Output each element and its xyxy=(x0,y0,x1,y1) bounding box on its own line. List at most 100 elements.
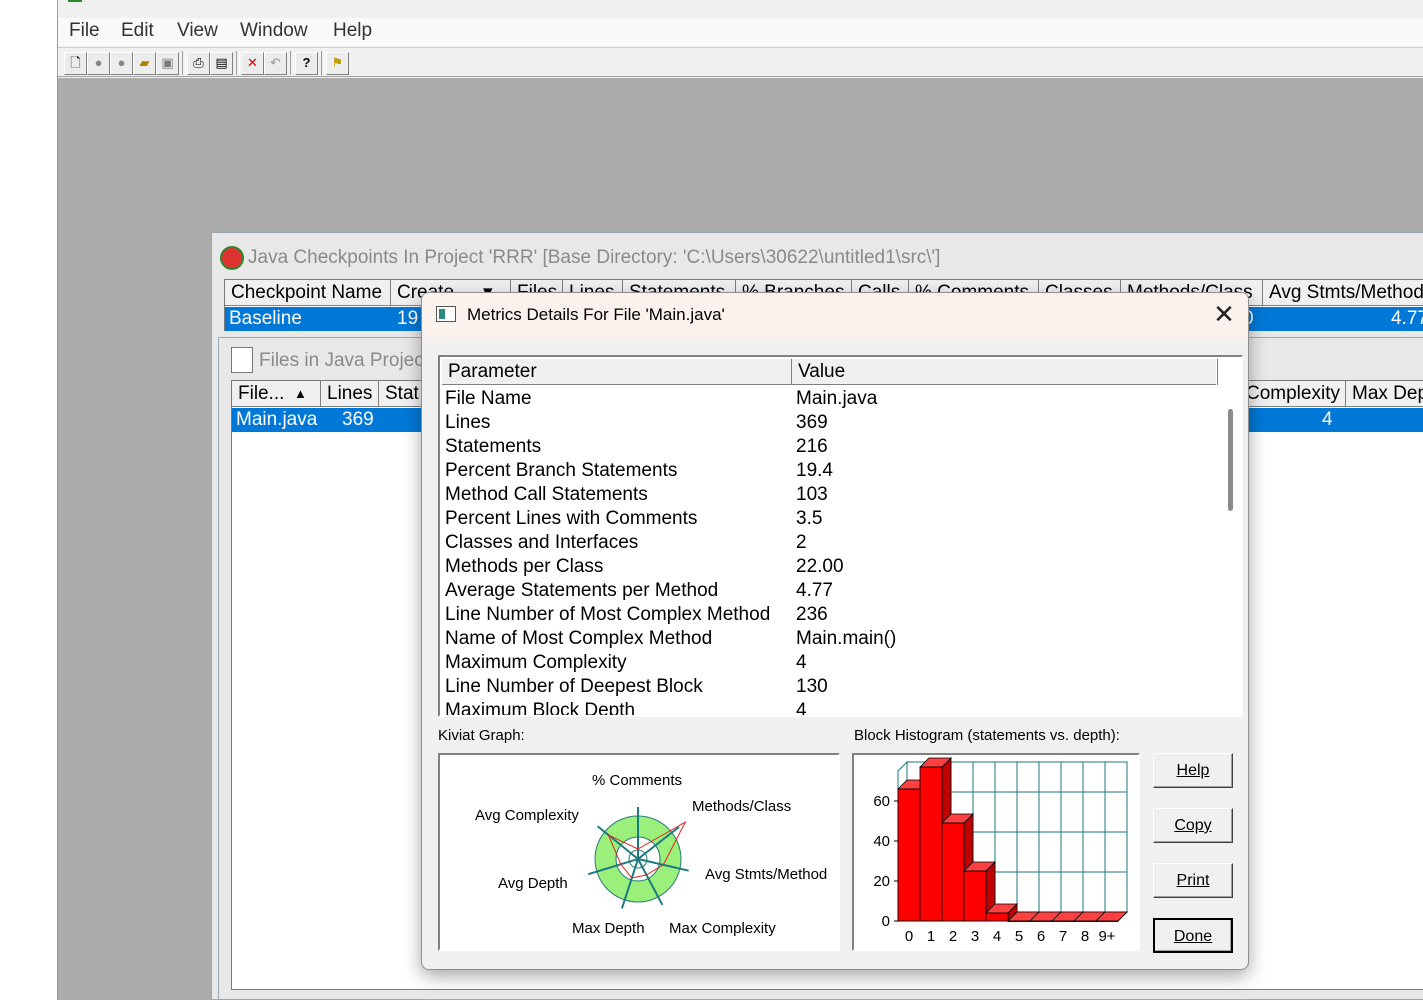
file-name-cell: Main.java xyxy=(236,409,318,430)
table-row[interactable]: File Name Main.java xyxy=(440,387,1210,411)
print-preview-icon[interactable]: ▤ xyxy=(210,52,233,75)
parameter-cell: Percent Lines with Comments xyxy=(445,508,698,529)
col-checkpoint-name[interactable]: Checkpoint Name xyxy=(225,280,391,306)
table-row[interactable]: Method Call Statements 103 xyxy=(440,483,1210,507)
exit-icon[interactable]: ⚑ xyxy=(326,52,349,75)
help-button[interactable]: Help xyxy=(1153,753,1233,788)
histogram-y-tick-label: 60 xyxy=(873,793,890,810)
table-row[interactable]: Name of Most Complex Method Main.main() xyxy=(440,627,1210,651)
col-avg-stmts[interactable]: Avg Stmts/Method xyxy=(1263,280,1423,306)
histogram-x-tick-label: 3 xyxy=(971,928,979,945)
stop-icon[interactable]: ● xyxy=(87,52,110,75)
histogram-bar xyxy=(1029,920,1053,922)
col-max-depth[interactable]: Max Dep xyxy=(1346,381,1423,407)
kiviat-axis-label: Methods/Class xyxy=(692,798,791,815)
parameter-cell: Percent Branch Statements xyxy=(445,460,678,481)
sort-asc-icon: ▲ xyxy=(294,386,307,401)
delete-icon[interactable]: ✕ xyxy=(241,52,264,75)
value-cell: 4 xyxy=(796,652,807,673)
save-icon[interactable]: ▣ xyxy=(156,52,179,75)
kiviat-axis-label: Max Depth xyxy=(572,920,645,937)
parameter-cell: Method Call Statements xyxy=(445,484,648,505)
metrics-table-header: Parameter Value xyxy=(442,359,1218,385)
histogram-y-tick-label: 20 xyxy=(873,873,890,890)
histogram-x-tick-label: 4 xyxy=(993,928,1001,945)
menu-window[interactable]: Window xyxy=(240,20,308,42)
parameter-cell: Lines xyxy=(445,412,491,433)
kiviat-graph: % Comments Methods/Class Avg Stmts/Method M… xyxy=(438,753,840,951)
menu-view[interactable]: View xyxy=(177,20,218,42)
value-cell: 369 xyxy=(796,412,828,433)
parameter-cell: File Name xyxy=(445,388,532,409)
table-row[interactable]: Percent Branch Statements 19.4 xyxy=(440,459,1210,483)
col-max-complexity[interactable]: Complexity xyxy=(1240,381,1346,407)
created-cell: 19 xyxy=(397,308,419,329)
pause-icon[interactable]: ● xyxy=(110,52,133,75)
help-pointer-icon[interactable]: ? xyxy=(295,52,318,75)
value-cell: 236 xyxy=(796,604,828,625)
histogram-x-tick-label: 6 xyxy=(1037,928,1045,945)
open-folder-icon[interactable]: ▰ xyxy=(133,52,156,75)
checkpoint-name-cell: Baseline xyxy=(229,308,302,329)
value-cell: 4.77 xyxy=(796,580,833,601)
table-row[interactable]: Statements 216 xyxy=(440,435,1210,459)
parameter-cell: Maximum Block Depth xyxy=(445,700,636,717)
table-row[interactable]: Lines 369 xyxy=(440,411,1210,435)
table-row[interactable]: Classes and Interfaces 2 xyxy=(440,531,1210,555)
parameter-cell: Methods per Class xyxy=(445,556,604,577)
histogram-x-tick-label: 2 xyxy=(949,928,957,945)
menu-help[interactable]: Help xyxy=(333,20,372,42)
kiviat-axis-label: Avg Depth xyxy=(498,875,568,892)
table-row[interactable]: Average Statements per Method 4.77 xyxy=(440,579,1210,603)
table-row[interactable]: Maximum Complexity 4 xyxy=(440,651,1210,675)
toolbar-separator xyxy=(321,51,325,75)
lines-cell: 369 xyxy=(342,409,374,430)
table-row[interactable]: Percent Lines with Comments 3.5 xyxy=(440,507,1210,531)
col-file[interactable]: File... ▲ xyxy=(232,381,321,407)
dialog-title: Metrics Details For File 'Main.java' xyxy=(467,305,725,324)
parameter-cell: Statements xyxy=(445,436,542,457)
toolbar-separator xyxy=(290,51,294,75)
histogram-x-tick-label: 5 xyxy=(1015,928,1023,945)
new-file-icon[interactable]: 🗋 xyxy=(64,52,87,75)
undo-icon[interactable]: ↶ xyxy=(264,52,287,75)
done-button[interactable]: Done xyxy=(1153,918,1233,953)
col-parameter[interactable]: Parameter xyxy=(442,359,792,385)
histogram-x-tick-label: 8 xyxy=(1081,928,1089,945)
value-cell: 4 xyxy=(796,700,807,717)
parameter-cell: Maximum Complexity xyxy=(445,652,627,673)
table-row[interactable]: Line Number of Deepest Block 130 xyxy=(440,675,1210,699)
table-row[interactable]: Maximum Block Depth 4 xyxy=(440,699,1210,717)
table-row[interactable]: Methods per Class 22.00 xyxy=(440,555,1210,579)
value-cell: 3.5 xyxy=(796,508,823,529)
histogram-x-tick-label: 0 xyxy=(905,928,913,945)
print-button[interactable]: Print xyxy=(1153,863,1233,898)
value-cell: 130 xyxy=(796,676,828,697)
table-row[interactable]: Line Number of Most Complex Method 236 xyxy=(440,603,1210,627)
histogram-bar xyxy=(941,822,965,922)
histogram-bar xyxy=(1007,920,1031,922)
histogram-y-tick-label: 40 xyxy=(873,833,890,850)
scrollbar-thumb[interactable] xyxy=(1228,409,1233,511)
kiviat-svg: % Comments Methods/Class Avg Stmts/Method M… xyxy=(475,772,827,937)
print-icon[interactable]: ⎙ xyxy=(187,52,210,75)
col-value[interactable]: Value xyxy=(792,359,1218,385)
file-icon xyxy=(231,347,253,373)
kiviat-label: Kiviat Graph: xyxy=(438,727,525,744)
histogram-y-tick-label: 0 xyxy=(882,913,890,930)
copy-button[interactable]: Copy xyxy=(1153,808,1233,843)
toolbar-separator xyxy=(236,51,240,75)
parameter-cell: Classes and Interfaces xyxy=(445,532,639,553)
menu-file[interactable]: File xyxy=(69,20,100,42)
value-cell: 22.00 xyxy=(796,556,844,577)
close-button[interactable]: ✕ xyxy=(1202,299,1246,331)
value-cell: 2 xyxy=(796,532,807,553)
metrics-table: Parameter Value File Name Main.java Lines 3… xyxy=(438,355,1243,717)
menu-bar: File Edit View Window Help xyxy=(58,18,1423,46)
col-lines[interactable]: Lines xyxy=(321,381,379,407)
histogram-bar xyxy=(897,788,921,922)
histogram-x-tick-label: 7 xyxy=(1059,928,1067,945)
menu-edit[interactable]: Edit xyxy=(121,20,154,42)
kiviat-axis-label: Max Complexity xyxy=(669,920,776,937)
value-cell: 103 xyxy=(796,484,828,505)
